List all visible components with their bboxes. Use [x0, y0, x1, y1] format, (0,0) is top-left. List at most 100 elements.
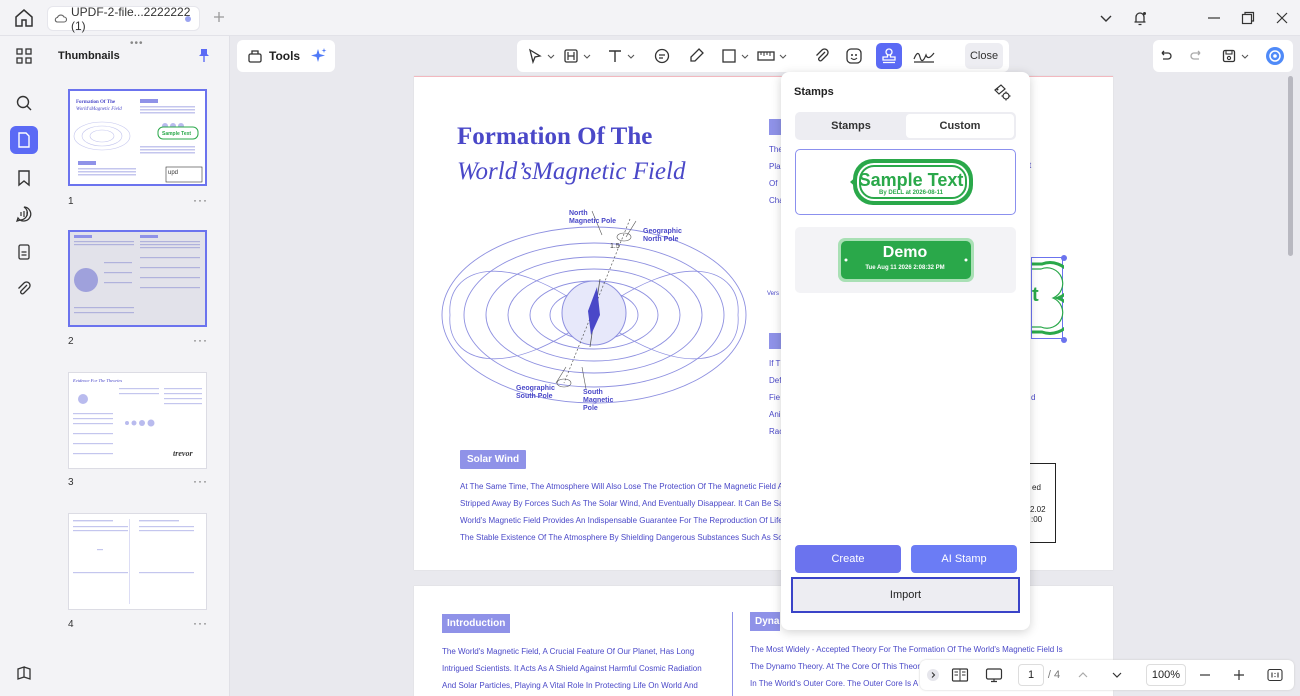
document-viewport[interactable]: Formation Of The World’sMagnetic Field N…	[233, 74, 1300, 696]
text-fragment: Vers	[767, 291, 780, 297]
pin-icon[interactable]	[196, 47, 212, 63]
measure-tool[interactable]	[757, 46, 787, 66]
ai-sparkle-icon[interactable]	[309, 46, 329, 66]
comment-tool[interactable]	[653, 46, 671, 66]
next-page-icon[interactable]	[1110, 666, 1124, 684]
chevron-down-icon	[583, 54, 591, 59]
custom-stamp-sample-text[interactable]: Sample Text By DELL at 2026-08-11	[795, 149, 1016, 215]
intro-line-1: The World's Magnetic Field, A Crucial Fe…	[442, 647, 695, 656]
page-layout-icon[interactable]	[950, 666, 970, 684]
document-tab[interactable]: UPDF-2-file...2222222 (1)	[47, 4, 200, 33]
history-toolbar	[1153, 40, 1293, 72]
intro-line-2: Intrigued Scientists. It Acts As A Shiel…	[442, 664, 702, 673]
stamp-text-fragment: t	[1032, 284, 1039, 306]
presentation-icon[interactable]	[984, 666, 1004, 684]
tab-custom[interactable]: Custom	[906, 114, 1014, 138]
highlight-tool[interactable]	[687, 46, 705, 66]
grid-view-icon[interactable]	[12, 44, 36, 68]
page-navigation-bar: 1 / 4 100%	[920, 660, 1294, 690]
comment-icon[interactable]	[12, 202, 36, 226]
stamps-panel-title: Stamps	[794, 86, 834, 98]
stamp-tool[interactable]	[876, 43, 902, 69]
svg-text:Sample Text: Sample Text	[162, 131, 191, 137]
dynamo-line-3: In The World's Outer Core. The Outer Cor…	[750, 679, 919, 688]
page-thumbnail-2[interactable]	[68, 230, 207, 327]
previous-page-icon[interactable]	[1076, 666, 1090, 684]
thumbnail-page-number: 1	[68, 196, 74, 207]
undo-icon[interactable]	[1157, 46, 1173, 66]
cursor-icon	[528, 48, 542, 64]
thumbnail-page-number: 4	[68, 619, 74, 630]
page-thumbnail-3[interactable]: Evidence For The Theories trevor	[68, 372, 207, 469]
bookmark-icon[interactable]	[12, 166, 36, 190]
current-page-input[interactable]: 1	[1018, 664, 1044, 686]
cloud-icon	[54, 12, 67, 25]
dynamo-line-1: The Most Widely - Accepted Theory For Th…	[750, 645, 1063, 654]
thumbnail-more-icon[interactable]: ···	[193, 616, 208, 630]
box-text-fragment: 2.02	[1030, 505, 1046, 514]
vertical-scrollbar[interactable]	[1288, 76, 1293, 256]
text-tool[interactable]	[607, 46, 635, 66]
form-fields-icon[interactable]	[12, 240, 36, 264]
create-stamp-button[interactable]: Create	[795, 545, 901, 573]
page-title-line2: World’sMagnetic Field	[457, 158, 686, 185]
ai-assistant-icon[interactable]	[1265, 46, 1285, 66]
save-icon[interactable]	[1221, 46, 1249, 66]
stamp-manage-icon[interactable]	[992, 82, 1012, 102]
dynamo-line-2: The Dynamo Theory. At The Core Of This T…	[750, 662, 921, 671]
text-t-icon	[609, 50, 621, 62]
zoom-out-icon[interactable]	[1198, 666, 1212, 684]
rectangle-icon	[722, 49, 736, 63]
resize-grip-icon[interactable]: •••	[130, 38, 144, 49]
placed-stamp-selection[interactable]: t	[1031, 255, 1067, 343]
signature-tool[interactable]	[912, 46, 936, 66]
comment-bubble-icon	[654, 48, 670, 64]
ai-stamp-button[interactable]: AI Stamp	[911, 545, 1017, 573]
svg-text:World'sMagnetic Field: World'sMagnetic Field	[76, 107, 122, 112]
add-tab-icon[interactable]	[211, 9, 227, 25]
attachment-icon[interactable]	[12, 277, 36, 301]
select-tool[interactable]	[527, 46, 555, 66]
thumbnail-more-icon[interactable]: ···	[193, 474, 208, 488]
thumbnail-more-icon[interactable]: ···	[193, 193, 208, 207]
restore-icon[interactable]	[1239, 9, 1257, 27]
tab-stamps[interactable]: Stamps	[797, 114, 905, 138]
custom-stamp-demo[interactable]: Demo Tue Aug 11 2026 2:08:32 PM	[795, 227, 1016, 293]
dynamo-heading: Dynamo	[750, 612, 780, 631]
notification-bell-icon[interactable]	[1131, 9, 1149, 27]
redo-icon[interactable]	[1189, 46, 1205, 66]
search-icon[interactable]	[12, 91, 36, 115]
thumbnail-more-icon[interactable]: ···	[193, 333, 208, 347]
document-tab-title: UPDF-2-file...2222222 (1)	[71, 4, 191, 33]
chevron-down-icon[interactable]	[1097, 9, 1115, 27]
marker-icon	[690, 48, 704, 62]
resize-handle[interactable]	[1061, 255, 1067, 261]
resize-handle[interactable]	[1061, 337, 1067, 343]
sticker-tool[interactable]	[845, 46, 863, 66]
solar-wind-heading: Solar Wind	[460, 450, 527, 469]
zoom-in-icon[interactable]	[1232, 666, 1246, 684]
import-stamp-button[interactable]: Import	[791, 577, 1020, 613]
expand-bar-icon[interactable]	[926, 666, 940, 684]
close-toolbar-button[interactable]: Close	[965, 43, 1003, 69]
close-window-icon[interactable]	[1273, 9, 1291, 27]
actual-size-icon[interactable]	[1266, 666, 1284, 684]
layers-icon[interactable]	[12, 661, 36, 685]
home-icon[interactable]	[12, 7, 36, 29]
attach-file-tool[interactable]	[813, 46, 831, 66]
zoom-level[interactable]: 100%	[1146, 664, 1186, 686]
solar-wind-line-4: The Stable Existence Of The Atmosphere B…	[460, 533, 785, 542]
page-thumbnail-1[interactable]: Formation Of The World'sMagnetic Field S…	[68, 89, 207, 186]
minimize-icon[interactable]	[1205, 9, 1223, 27]
page-title-line1: Formation Of The	[457, 123, 653, 150]
geographic-north-pole-label: Geographic North Pole	[643, 228, 682, 243]
annotation-toolbar: Close	[517, 40, 1009, 72]
solar-wind-line-3: World's Magnetic Field Provides An Indis…	[460, 516, 783, 525]
shape-tool[interactable]	[721, 46, 749, 66]
text-box-tool[interactable]	[563, 46, 591, 66]
introduction-heading: Introduction	[442, 614, 511, 633]
box-text-fragment: :00	[1031, 515, 1043, 524]
total-pages: / 4	[1047, 669, 1061, 681]
thumbnails-page-icon[interactable]	[10, 126, 38, 154]
page-thumbnail-4[interactable]	[68, 513, 207, 610]
